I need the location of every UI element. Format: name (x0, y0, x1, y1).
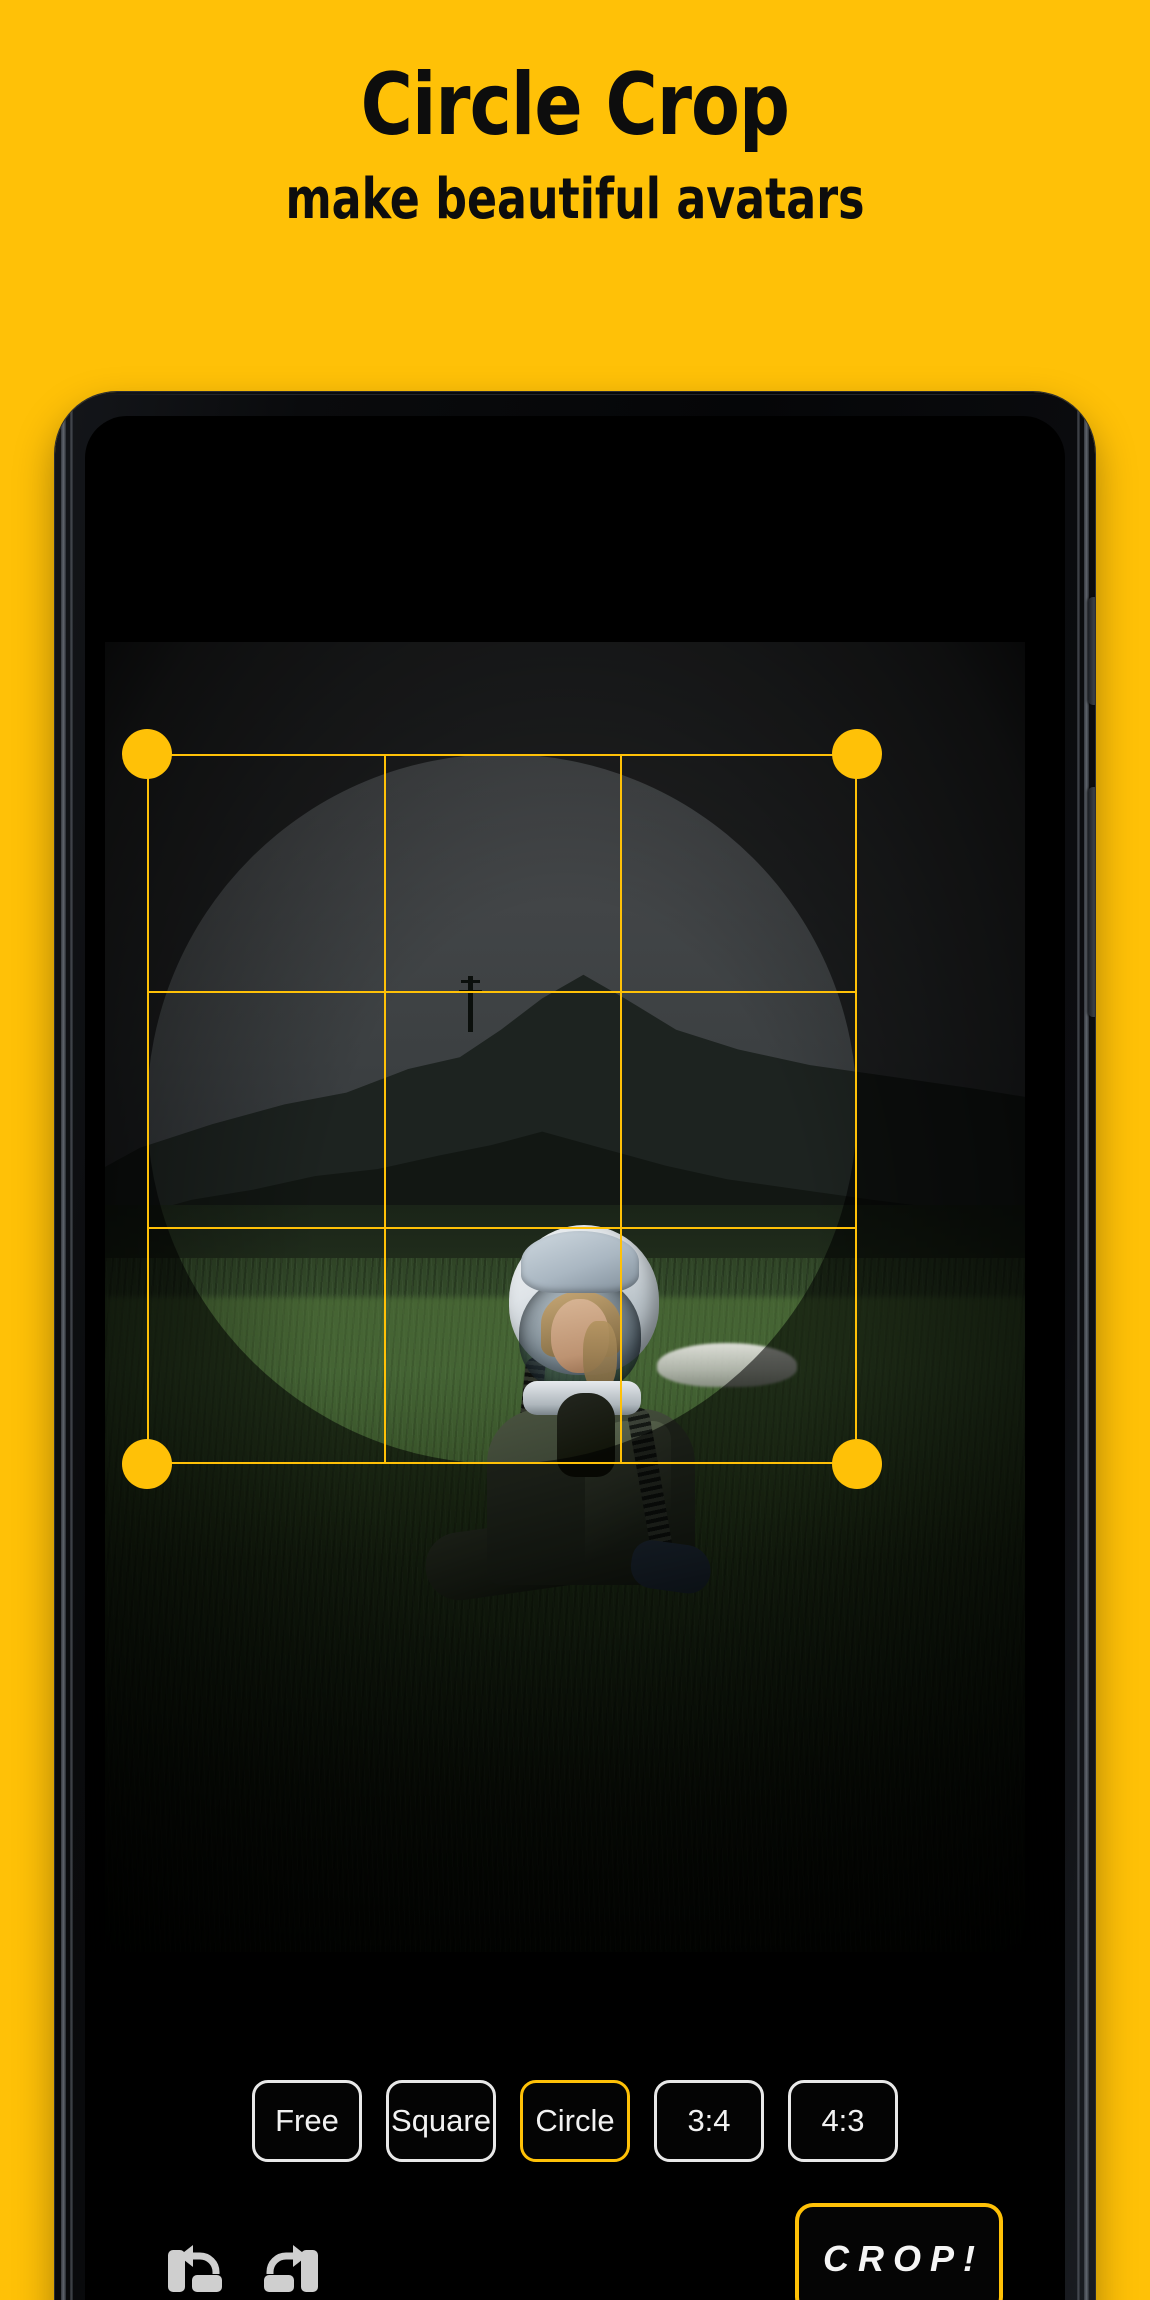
ratio-chip-label: 3:4 (687, 2103, 731, 2138)
phone-mockup: Free Square Circle 3:4 4:3 CROP! (55, 392, 1095, 2300)
page-subtitle: make beautiful avatars (285, 167, 865, 232)
rotate-right-icon (264, 2245, 318, 2292)
action-bar: CROP! (85, 2191, 1065, 2300)
volume-button[interactable] (1088, 597, 1095, 705)
rotate-right-button[interactable] (243, 2223, 339, 2300)
ratio-chip-free[interactable]: Free (252, 2080, 362, 2162)
crop-canvas[interactable] (105, 642, 1025, 1952)
crop-grid-line-horizontal (149, 991, 855, 993)
crop-grid-line-horizontal (149, 1227, 855, 1229)
phone-rail-right-2 (1077, 392, 1080, 2300)
crop-handle-top-right[interactable] (832, 729, 882, 779)
crop-handle-bottom-right[interactable] (832, 1439, 882, 1489)
promo-header: Circle Crop make beautiful avatars (0, 0, 1150, 290)
crop-box[interactable] (147, 754, 857, 1464)
crop-handle-top-left[interactable] (122, 729, 172, 779)
phone-rail-left (61, 392, 66, 2300)
ratio-chip-label: Circle (535, 2103, 615, 2138)
rotate-left-button[interactable] (147, 2223, 243, 2300)
crop-button-label: CROP! (823, 2238, 984, 2279)
ratio-chip-4-3[interactable]: 4:3 (788, 2080, 898, 2162)
crop-grid-line-vertical (620, 756, 622, 1462)
ratio-chip-circle[interactable]: Circle (520, 2080, 630, 2162)
phone-rail-left-2 (70, 392, 73, 2300)
ratio-chip-label: Square (391, 2103, 491, 2138)
bezel-divider (91, 394, 1059, 395)
ratio-chip-square[interactable]: Square (386, 2080, 496, 2162)
rotate-left-icon (168, 2245, 222, 2292)
crop-grid-line-vertical (384, 756, 386, 1462)
page-title: Circle Crop (360, 55, 790, 155)
phone-screen: Free Square Circle 3:4 4:3 CROP! (85, 416, 1065, 2300)
ratio-chip-label: 4:3 (821, 2103, 865, 2138)
ratio-chip-3-4[interactable]: 3:4 (654, 2080, 764, 2162)
ratio-chip-label: Free (275, 2103, 339, 2138)
crop-handle-bottom-left[interactable] (122, 1439, 172, 1489)
aspect-ratio-bar: Free Square Circle 3:4 4:3 (85, 2066, 1065, 2176)
power-button[interactable] (1088, 787, 1095, 1017)
crop-button[interactable]: CROP! (795, 2203, 1003, 2300)
